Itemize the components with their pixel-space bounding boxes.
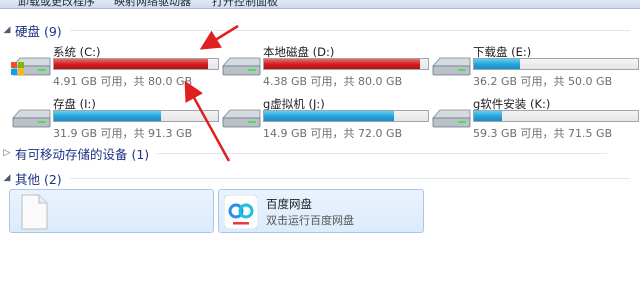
drive-icon <box>222 109 261 128</box>
drive-icon <box>222 57 261 76</box>
drive-c[interactable]: 系统 (C:) 4.91 GB 可用，共 80.0 GB <box>10 44 220 88</box>
usage-bar-fill <box>54 59 209 69</box>
unnamed-file-item[interactable] <box>9 189 214 233</box>
expand-arrow-icon[interactable]: ▷ <box>1 148 13 158</box>
drive-space-info: 59.3 GB 可用，共 71.5 GB <box>473 127 613 140</box>
drive-space-info: 4.38 GB 可用，共 80.0 GB <box>263 75 403 88</box>
group-divider <box>69 177 630 179</box>
drive-d[interactable]: 本地磁盘 (D:) 4.38 GB 可用，共 80.0 GB <box>220 44 430 88</box>
open-control-panel-button[interactable]: 打开控制面板 <box>212 0 278 8</box>
group-header-hard-disks[interactable]: ◢ 硬盘 (9) <box>0 21 640 39</box>
usage-bar <box>53 110 219 122</box>
group-title: 硬盘 (9) <box>15 23 62 39</box>
map-network-drive-button[interactable]: 映射网络驱动器 <box>114 0 191 8</box>
group-divider <box>69 29 630 31</box>
item-name: 百度网盘 <box>266 197 312 211</box>
usage-bar <box>53 58 219 70</box>
drive-j[interactable]: g虚拟机 (J:) 14.9 GB 可用，共 72.0 GB <box>220 96 430 140</box>
collapse-arrow-icon[interactable]: ◢ <box>1 25 13 35</box>
usage-bar-fill <box>474 111 502 121</box>
usage-bar <box>263 58 429 70</box>
drive-i[interactable]: 存盘 (I:) 31.9 GB 可用，共 91.3 GB <box>10 96 220 140</box>
drive-icon <box>432 57 471 76</box>
group-divider <box>157 152 608 154</box>
windows-drive-icon <box>11 57 51 76</box>
blank-file-icon <box>21 194 48 230</box>
drive-space-info: 4.91 GB 可用，共 80.0 GB <box>53 75 193 88</box>
usage-bar-fill <box>264 111 394 121</box>
usage-bar-fill <box>474 59 520 69</box>
drive-space-info: 36.2 GB 可用，共 50.0 GB <box>473 75 613 88</box>
collapse-arrow-icon[interactable]: ◢ <box>1 173 13 183</box>
group-header-other[interactable]: ◢ 其他 (2) <box>0 169 640 187</box>
usage-bar-fill <box>54 111 161 121</box>
group-header-removable-storage[interactable]: ▷ 有可移动存储的设备 (1) <box>0 144 640 162</box>
command-bar: 卸载或更改程序 映射网络驱动器 打开控制面板 <box>0 0 640 9</box>
drive-icon <box>432 109 471 128</box>
baidu-netdisk-icon <box>224 195 258 229</box>
drive-e[interactable]: 下载盘 (E:) 36.2 GB 可用，共 50.0 GB <box>430 44 640 88</box>
usage-bar <box>263 110 429 122</box>
usage-bar <box>473 110 639 122</box>
drive-k[interactable]: g软件安装 (K:) 59.3 GB 可用，共 71.5 GB <box>430 96 640 140</box>
drive-space-info: 14.9 GB 可用，共 72.0 GB <box>263 127 403 140</box>
drive-space-info: 31.9 GB 可用，共 91.3 GB <box>53 127 193 140</box>
uninstall-program-button[interactable]: 卸载或更改程序 <box>18 0 95 8</box>
usage-bar-fill <box>264 59 420 69</box>
group-title: 其他 (2) <box>15 171 62 187</box>
usage-bar <box>473 58 639 70</box>
drive-icon <box>12 109 51 128</box>
group-title: 有可移动存储的设备 (1) <box>15 146 150 162</box>
baidu-netdisk-item[interactable]: 百度网盘 双击运行百度网盘 <box>218 189 424 233</box>
item-description: 双击运行百度网盘 <box>266 214 354 227</box>
